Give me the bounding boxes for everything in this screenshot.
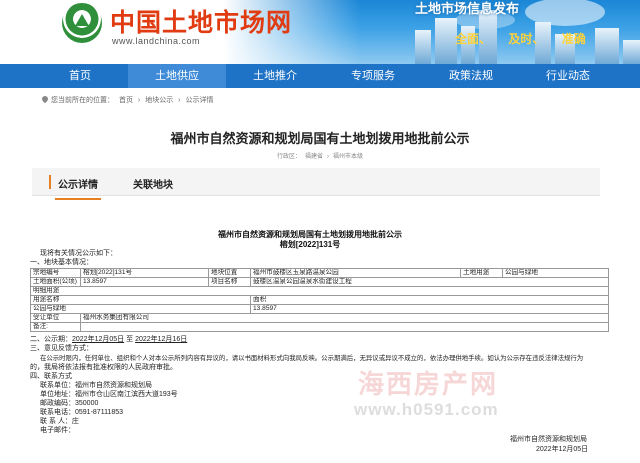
parcel-info-table: 宗地编号 榕划[2022]131号 地块位置 福州市鼓楼区玉泉路温泉公园 土地用… (30, 268, 609, 332)
watermark-name: 海西房产网 (358, 369, 499, 399)
region-province: 福建省 (304, 154, 323, 160)
table-row: 公园与绿地 13.8597 (30, 304, 609, 314)
table-cell: 公园与绿地 (502, 268, 609, 278)
region-city: 福州市本级 (333, 154, 364, 160)
watermark-url: www.h0591.com (354, 400, 499, 419)
slogan-item: 准确 (561, 32, 586, 46)
contact-address: 单位地址：福州市仓山区南江滨西大道193号 (40, 391, 178, 398)
table-cell: 公园与绿地 (30, 304, 251, 314)
banner-slogan-row: 全面、 及时、 准确 (455, 30, 600, 47)
region-line: 行政区： 福建省 › 福州市本级 (0, 151, 640, 160)
detail-tabs: 公示详情 关联地块 (32, 168, 600, 200)
banner-slogan: 土地市场信息发布 (415, 1, 520, 16)
table-cell (80, 322, 609, 332)
issuer-name: 福州市自然资源和规划局 (510, 436, 587, 443)
contact-phone: 联系电话：0591-87111853 (40, 409, 124, 416)
feedback-text-cont: 的，我局将依法报有批准权限的人民政府审批。 (30, 364, 177, 371)
location-pin-icon (40, 94, 50, 104)
table-cell: 13.8597 (250, 304, 609, 314)
table-cell: 用途名称 (30, 295, 251, 305)
table-cell: 福州水务集团有限公司 (80, 313, 609, 323)
feedback-text: 在公示时限内，任何单位、组织和个人对本公示所列内容有异议的，请以书面材料形式向我… (40, 355, 584, 362)
table-row: 土地面积(公顷) 13.8597 项目名称 鼓楼区温泉公园温泉水街建设工程 (30, 277, 609, 287)
table-cell: 榕划[2022]131号 (80, 268, 209, 278)
table-row: 宗地编号 榕划[2022]131号 地块位置 福州市鼓楼区玉泉路温泉公园 土地用… (30, 268, 609, 278)
document-code: 榕划[2022]131号 (279, 240, 341, 249)
table-cell: 地块位置 (208, 268, 251, 278)
table-cell: 13.8597 (80, 277, 209, 287)
breadcrumb-current: 公示详情 (185, 97, 214, 104)
nav-item-home[interactable]: 首页 (32, 64, 128, 88)
table-cell: 鼓楼区温泉公园温泉水街建设工程 (250, 277, 609, 287)
table-cell: 福州市鼓楼区玉泉路温泉公园 (250, 268, 461, 278)
section-contact: 四、联系方式 (30, 373, 72, 380)
table-cell: 明细用途 (30, 286, 609, 296)
breadcrumb-home[interactable]: 首页 (119, 97, 133, 104)
table-row: 明细用途 (30, 286, 609, 296)
slogan-item: 及时、 (508, 32, 545, 46)
table-row: 备注: (30, 322, 609, 332)
contact-postcode: 邮政编码：350000 (40, 400, 99, 407)
site-title[interactable]: 中国土地市场网 (110, 3, 292, 39)
notice-period-to: 至 (126, 336, 134, 343)
slogan-item: 全面、 (455, 32, 492, 46)
notice-period-label: 二、公示期： (30, 336, 72, 343)
document-intro: 现将有关情况公示如下： (40, 250, 117, 257)
nav-item-land-promotion[interactable]: 土地推介 (226, 64, 324, 88)
landchina-logo-icon[interactable] (62, 3, 102, 43)
main-nav: 首页 土地供应 土地推介 专项服务 政策法规 行业动态 (0, 64, 640, 88)
table-cell: 备注: (30, 322, 81, 332)
tab-notice-detail[interactable]: 公示详情 (49, 175, 101, 200)
region-separator: › (327, 154, 329, 160)
nav-item-policies[interactable]: 政策法规 (422, 64, 520, 88)
nav-item-industry-news[interactable]: 行业动态 (520, 64, 616, 88)
contact-person: 联 系 人：庄 (40, 418, 79, 425)
site-banner: 中国土地市场网 www.landchina.com 土地市场信息发布 全面、 及… (0, 0, 640, 64)
contact-unit: 联系单位：福州市自然资源和规划局 (40, 382, 152, 389)
table-cell: 土地面积(公顷) (30, 277, 81, 287)
breadcrumb-separator: › (137, 97, 141, 104)
table-cell: 宗地编号 (30, 268, 81, 278)
site-url: www.landchina.com (112, 36, 201, 46)
page-title: 福州市自然资源和规划局国有土地划拨用地批前公示 (170, 131, 470, 146)
table-cell: 受让单位 (30, 313, 81, 323)
breadcrumb: 您当前所在的位置： 首页 › 地块公示 › 公示详情 (40, 94, 216, 105)
table-row: 受让单位 福州水务集团有限公司 (30, 313, 609, 323)
nav-item-special-services[interactable]: 专项服务 (324, 64, 422, 88)
table-cell: 土地用途 (460, 268, 503, 278)
notice-period-end: 2022年12月16日 (135, 336, 188, 343)
region-label: 行政区： (276, 154, 301, 160)
notice-period-start: 2022年12月05日 (72, 336, 125, 343)
section-notice-period: 二、公示期：2022年12月05日 至 2022年12月16日 (30, 336, 187, 344)
table-row: 用途名称 面积 (30, 295, 609, 305)
table-cell: 项目名称 (208, 277, 251, 287)
tab-related-parcels[interactable]: 关联地块 (133, 176, 173, 191)
contact-email: 电子邮件： (40, 427, 75, 434)
section-basic-info: 一、地块基本情况： (30, 259, 93, 266)
breadcrumb-land-notice[interactable]: 地块公示 (145, 97, 173, 104)
section-feedback: 三、意见反馈方式： (30, 345, 93, 352)
table-cell: 面积 (250, 295, 609, 305)
breadcrumb-prefix: 您当前所在的位置： (51, 97, 114, 104)
nav-item-land-supply[interactable]: 土地供应 (128, 64, 226, 88)
breadcrumb-separator: › (178, 97, 181, 104)
issue-date: 2022年12月05日 (536, 446, 589, 453)
